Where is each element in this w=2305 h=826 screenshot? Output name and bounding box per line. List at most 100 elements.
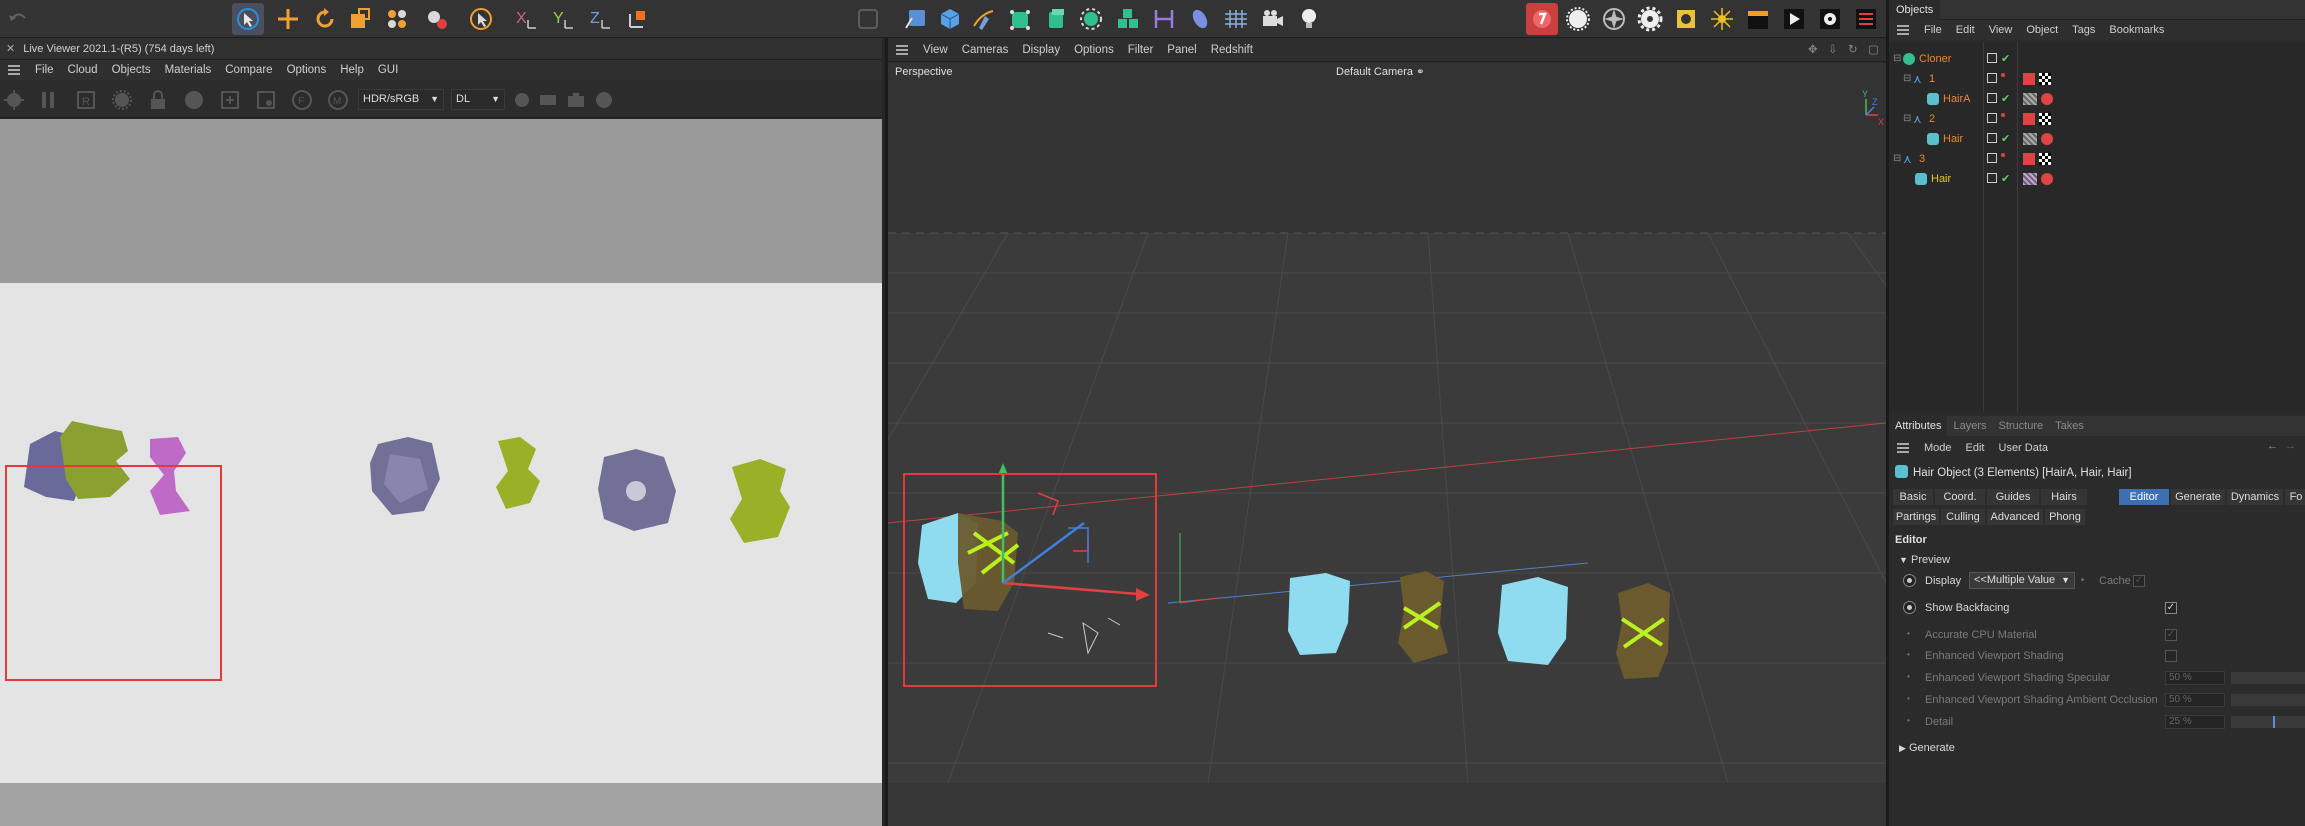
menu-help[interactable]: Help bbox=[333, 64, 371, 76]
deformer-icon[interactable] bbox=[1148, 3, 1180, 35]
tab-hairs[interactable]: Hairs bbox=[2041, 489, 2087, 505]
redshift-icon[interactable] bbox=[1526, 3, 1558, 35]
menu-compare[interactable]: Compare bbox=[218, 64, 279, 76]
layer-icon[interactable] bbox=[1987, 113, 1997, 123]
tab-dynamics[interactable]: Dynamics bbox=[2227, 489, 2283, 505]
display-radio[interactable] bbox=[1903, 574, 1916, 587]
menu-icon[interactable] bbox=[1889, 438, 1917, 458]
menu-redshift[interactable]: Redshift bbox=[1204, 44, 1260, 56]
sphere-icon[interactable] bbox=[182, 88, 206, 112]
rotate-icon[interactable] bbox=[309, 3, 341, 35]
menu-cameras[interactable]: Cameras bbox=[955, 44, 1016, 56]
layer-icon[interactable] bbox=[1987, 173, 1997, 183]
snapshot-icon[interactable] bbox=[254, 88, 278, 112]
menu-gui[interactable]: GUI bbox=[371, 64, 405, 76]
frame-icon[interactable] bbox=[536, 88, 560, 112]
visibility-dot-icon[interactable] bbox=[2001, 73, 2005, 77]
cube-icon[interactable] bbox=[934, 3, 966, 35]
camera-link-icon[interactable]: ⚭ bbox=[1416, 67, 1424, 78]
collapse-icon[interactable]: ⊟ bbox=[1893, 49, 1901, 69]
zoom-view-icon[interactable]: ⇩ bbox=[1828, 42, 1838, 56]
tab-culling[interactable]: Culling bbox=[1941, 509, 1985, 525]
menu-tags[interactable]: Tags bbox=[2065, 24, 2102, 36]
detail-slider-handle[interactable] bbox=[2273, 716, 2275, 728]
sparkle-icon[interactable] bbox=[1706, 3, 1738, 35]
show-backfacing-checkbox[interactable]: ✓ bbox=[2165, 602, 2177, 614]
tag-icon[interactable] bbox=[2023, 113, 2035, 125]
tab-advanced[interactable]: Advanced bbox=[1987, 509, 2043, 525]
layer-icon[interactable] bbox=[1987, 153, 1997, 163]
cloner-icon[interactable] bbox=[1075, 3, 1107, 35]
tab-forces[interactable]: Fo bbox=[2285, 489, 2305, 505]
menu-options[interactable]: Options bbox=[280, 64, 334, 76]
lock-icon[interactable] bbox=[146, 88, 170, 112]
floor-icon[interactable] bbox=[1220, 3, 1252, 35]
layer-icon[interactable] bbox=[1987, 73, 1997, 83]
z-axis-lock-icon[interactable]: Z bbox=[584, 3, 616, 35]
menu-icon[interactable] bbox=[1889, 20, 1917, 40]
group-generate[interactable]: ▶ Generate bbox=[1899, 742, 1955, 754]
collapse-icon[interactable]: ⊟ bbox=[1903, 69, 1911, 89]
camera-icon[interactable] bbox=[900, 3, 932, 35]
menu-edit[interactable]: Edit bbox=[1949, 24, 1982, 36]
x-axis-lock-icon[interactable]: X bbox=[510, 3, 542, 35]
menu-user-data[interactable]: User Data bbox=[1992, 442, 2056, 454]
enabled-check-icon[interactable]: ✔ bbox=[2001, 89, 2010, 109]
tab-takes[interactable]: Takes bbox=[2049, 420, 2090, 432]
globe-icon[interactable] bbox=[592, 88, 616, 112]
viewport-canvas[interactable]: Y Z X Perspective Default Camera ⚭ bbox=[888, 63, 1886, 826]
back-arrow-icon[interactable]: ← bbox=[2267, 440, 2278, 452]
tree-row-null-3[interactable]: ⊟ ⋏ 3 bbox=[1889, 149, 2305, 169]
layer-icon[interactable] bbox=[1987, 53, 1997, 63]
menu-file[interactable]: File bbox=[1917, 24, 1949, 36]
clapper-icon[interactable] bbox=[1742, 3, 1774, 35]
menu-options[interactable]: Options bbox=[1067, 44, 1121, 56]
menu-cloud[interactable]: Cloud bbox=[61, 64, 105, 76]
gear-icon[interactable] bbox=[1634, 3, 1666, 35]
tab-layers[interactable]: Layers bbox=[1947, 420, 1992, 432]
render-region-icon[interactable] bbox=[381, 3, 413, 35]
hair-material-tag-icon[interactable] bbox=[2023, 133, 2037, 145]
light-icon[interactable] bbox=[1293, 3, 1325, 35]
tab-basic[interactable]: Basic bbox=[1893, 489, 1933, 505]
material-override-icon[interactable]: M bbox=[326, 88, 350, 112]
tab-objects[interactable]: Objects bbox=[1889, 0, 1941, 20]
hair-material-tag-icon[interactable] bbox=[2023, 93, 2037, 105]
render-queue-icon[interactable] bbox=[1850, 3, 1882, 35]
menu-view[interactable]: View bbox=[1982, 24, 2020, 36]
region-icon[interactable]: R bbox=[74, 88, 98, 112]
tree-row-null-2[interactable]: ⊟ ⋏ 2 bbox=[1889, 109, 2305, 129]
menu-panel[interactable]: Panel bbox=[1160, 44, 1203, 56]
menu-bookmarks[interactable]: Bookmarks bbox=[2102, 24, 2171, 36]
capsule-icon[interactable] bbox=[1184, 3, 1216, 35]
tree-row-null-1[interactable]: ⊟ ⋏ 1 bbox=[1889, 69, 2305, 89]
layer-icon[interactable] bbox=[1987, 133, 1997, 143]
close-icon[interactable]: ✕ bbox=[6, 43, 15, 55]
visibility-dot-icon[interactable] bbox=[2001, 153, 2005, 157]
camera-object-icon[interactable] bbox=[1257, 3, 1289, 35]
menu-display[interactable]: Display bbox=[1015, 44, 1067, 56]
display-select[interactable]: <<Multiple Value ▼ bbox=[1969, 572, 2075, 589]
menu-file[interactable]: File bbox=[28, 64, 61, 76]
enabled-check-icon[interactable]: ✔ bbox=[2001, 129, 2010, 149]
move-icon[interactable] bbox=[272, 3, 304, 35]
group-preview[interactable]: ▼ Preview bbox=[1899, 554, 1950, 566]
menu-icon[interactable] bbox=[0, 60, 28, 80]
material-icon[interactable] bbox=[1670, 3, 1702, 35]
menu-icon[interactable] bbox=[888, 40, 916, 60]
detail-slider[interactable] bbox=[2231, 716, 2305, 728]
array-icon[interactable] bbox=[1112, 3, 1144, 35]
checker-tag-icon[interactable] bbox=[2039, 113, 2051, 125]
model-mode-icon[interactable] bbox=[465, 3, 497, 35]
null-icon[interactable] bbox=[852, 3, 884, 35]
camera-snap-icon[interactable] bbox=[564, 88, 588, 112]
spline-pen-icon[interactable] bbox=[968, 3, 1000, 35]
dot-icon[interactable] bbox=[510, 88, 534, 112]
filter-icon[interactable]: F bbox=[290, 88, 314, 112]
object-mode-icon[interactable] bbox=[420, 3, 452, 35]
tag-icon[interactable] bbox=[2041, 133, 2053, 145]
pause-icon[interactable] bbox=[36, 88, 60, 112]
tree-row-cloner[interactable]: ⊟ Cloner ✔ bbox=[1889, 49, 2305, 69]
tree-row-hair-1[interactable]: Hair ✔ bbox=[1889, 129, 2305, 149]
sun-icon[interactable] bbox=[1562, 3, 1594, 35]
